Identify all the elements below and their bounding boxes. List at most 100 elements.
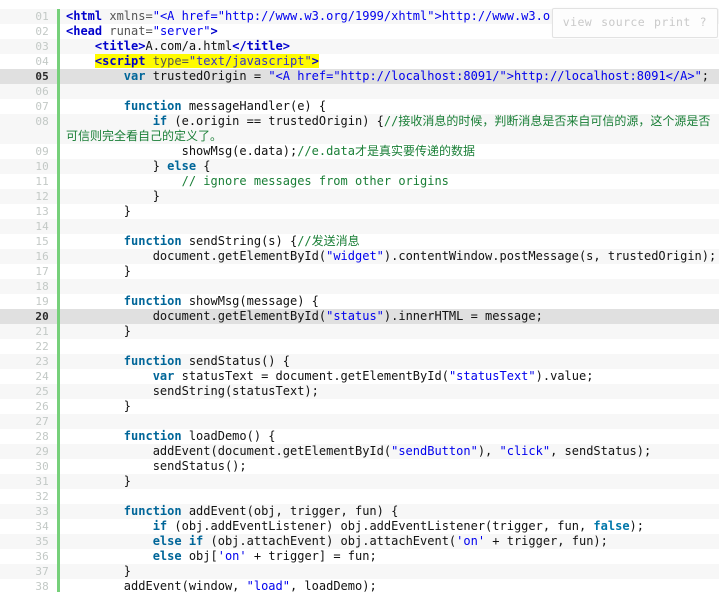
- line-number: 36: [0, 549, 60, 564]
- code-row[interactable]: 27: [0, 414, 719, 429]
- code-row[interactable]: 11 // ignore messages from other origins: [0, 174, 719, 189]
- code-line[interactable]: // ignore messages from other origins: [58, 174, 719, 189]
- code-row[interactable]: 34 if (obj.addEventListener) obj.addEven…: [0, 519, 719, 534]
- code-line[interactable]: } else {: [58, 159, 719, 174]
- code-row[interactable]: 09 showMsg(e.data);//e.data才是真实要传递的数据: [0, 144, 719, 159]
- help-question-icon[interactable]: ?: [700, 16, 707, 29]
- code-row[interactable]: 15 function sendString(s) {//发送消息: [0, 234, 719, 249]
- code-line[interactable]: }: [58, 204, 719, 219]
- code-line[interactable]: function showMsg(message) {: [58, 294, 719, 309]
- code-row[interactable]: 03 <title>A.com/a.html</title>: [0, 39, 719, 54]
- code-line[interactable]: if (obj.addEventListener) obj.addEventLi…: [58, 519, 719, 534]
- line-number: 18: [0, 279, 60, 294]
- code-row[interactable]: 04 <script type="text/javascript">: [0, 54, 719, 69]
- line-number-current: 20: [0, 309, 60, 324]
- line-number: 03: [0, 39, 60, 54]
- code-line[interactable]: function messageHandler(e) {: [58, 99, 719, 114]
- code-row[interactable]: 28 function loadDemo() {: [0, 429, 719, 444]
- code-line[interactable]: [58, 339, 719, 354]
- code-line[interactable]: }: [58, 564, 719, 579]
- code-row-wrapped[interactable]: 08 if (e.origin == trustedOrigin) {//接收消…: [0, 114, 719, 144]
- code-line[interactable]: [58, 219, 719, 234]
- code-row[interactable]: 26 }: [0, 399, 719, 414]
- code-row[interactable]: 35 else if (obj.attachEvent) obj.attachE…: [0, 534, 719, 549]
- line-number: 27: [0, 414, 60, 429]
- code-line[interactable]: else obj['on' + trigger] = fun;: [58, 549, 719, 564]
- line-number: 26: [0, 399, 60, 414]
- code-toolbar[interactable]: view source print ?: [551, 8, 718, 38]
- line-number: 04: [0, 54, 60, 69]
- code-line[interactable]: [58, 279, 719, 294]
- code-row[interactable]: 38 addEvent(window, "load", loadDemo);: [0, 579, 719, 592]
- line-number: 33: [0, 504, 60, 519]
- code-row[interactable]: 17 }: [0, 264, 719, 279]
- code-line[interactable]: [58, 489, 719, 504]
- code-line[interactable]: showMsg(e.data);//e.data才是真实要传递的数据: [58, 144, 719, 159]
- code-line[interactable]: function addEvent(obj, trigger, fun) {: [58, 504, 719, 519]
- code-line[interactable]: }: [58, 189, 719, 204]
- code-row[interactable]: 30 sendStatus();: [0, 459, 719, 474]
- line-number: 08: [0, 114, 60, 144]
- code-line[interactable]: else if (obj.attachEvent) obj.attachEven…: [58, 534, 719, 549]
- code-row[interactable]: 12 }: [0, 189, 719, 204]
- code-line[interactable]: [58, 84, 719, 99]
- code-row[interactable]: 31 }: [0, 474, 719, 489]
- code-row[interactable]: 16 document.getElementById("widget").con…: [0, 249, 719, 264]
- code-line[interactable]: }: [58, 324, 719, 339]
- code-row-current[interactable]: 05 var trustedOrigin = "<A href="http://…: [0, 69, 719, 84]
- line-number: 14: [0, 219, 60, 234]
- line-number: 17: [0, 264, 60, 279]
- line-number: 28: [0, 429, 60, 444]
- view-source-link[interactable]: view: [563, 16, 592, 29]
- code-row[interactable]: 25 sendString(statusText);: [0, 384, 719, 399]
- code-line[interactable]: }: [58, 399, 719, 414]
- code-row[interactable]: 22: [0, 339, 719, 354]
- print-link[interactable]: print: [654, 16, 691, 29]
- code-line[interactable]: sendString(statusText);: [58, 384, 719, 399]
- code-line[interactable]: function sendString(s) {//发送消息: [58, 234, 719, 249]
- line-number: 13: [0, 204, 60, 219]
- code-line[interactable]: var trustedOrigin = "<A href="http://loc…: [58, 69, 719, 84]
- code-line[interactable]: [58, 414, 719, 429]
- line-number: 30: [0, 459, 60, 474]
- line-number: 10: [0, 159, 60, 174]
- code-line[interactable]: var statusText = document.getElementById…: [58, 369, 719, 384]
- code-row-current[interactable]: 20 document.getElementById("status").inn…: [0, 309, 719, 324]
- code-row[interactable]: 37 }: [0, 564, 719, 579]
- code-line[interactable]: function loadDemo() {: [58, 429, 719, 444]
- code-line[interactable]: addEvent(document.getElementById("sendBu…: [58, 444, 719, 459]
- code-row[interactable]: 13 }: [0, 204, 719, 219]
- line-number: 15: [0, 234, 60, 249]
- code-row[interactable]: 24 var statusText = document.getElementB…: [0, 369, 719, 384]
- code-row[interactable]: 23 function sendStatus() {: [0, 354, 719, 369]
- code-row[interactable]: 14: [0, 219, 719, 234]
- code-row[interactable]: 19 function showMsg(message) {: [0, 294, 719, 309]
- code-row[interactable]: 10 } else {: [0, 159, 719, 174]
- code-row[interactable]: 18: [0, 279, 719, 294]
- code-line[interactable]: function sendStatus() {: [58, 354, 719, 369]
- line-number: 32: [0, 489, 60, 504]
- code-line[interactable]: }: [58, 264, 719, 279]
- code-line[interactable]: document.getElementById("status").innerH…: [58, 309, 719, 324]
- line-number: 37: [0, 564, 60, 579]
- code-line[interactable]: <title>A.com/a.html</title>: [58, 39, 719, 54]
- code-row[interactable]: 36 else obj['on' + trigger] = fun;: [0, 549, 719, 564]
- code-line[interactable]: document.getElementById("widget").conten…: [58, 249, 719, 264]
- line-number: 12: [0, 189, 60, 204]
- line-number: 24: [0, 369, 60, 384]
- code-line[interactable]: addEvent(window, "load", loadDemo);: [58, 579, 719, 592]
- code-line[interactable]: sendStatus();: [58, 459, 719, 474]
- code-row[interactable]: 06: [0, 84, 719, 99]
- code-row[interactable]: 33 function addEvent(obj, trigger, fun) …: [0, 504, 719, 519]
- code-row[interactable]: 07 function messageHandler(e) {: [0, 99, 719, 114]
- code-row[interactable]: 29 addEvent(document.getElementById("sen…: [0, 444, 719, 459]
- code-line[interactable]: if (e.origin == trustedOrigin) {//接收消息的时…: [58, 114, 719, 144]
- code-row[interactable]: 21 }: [0, 324, 719, 339]
- line-number: 16: [0, 249, 60, 264]
- source-link[interactable]: source: [601, 16, 645, 29]
- line-number-current: 05: [0, 69, 60, 84]
- code-line[interactable]: }: [58, 474, 719, 489]
- code-row[interactable]: 32: [0, 489, 719, 504]
- line-number: 23: [0, 354, 60, 369]
- code-line[interactable]: <script type="text/javascript">: [58, 54, 719, 69]
